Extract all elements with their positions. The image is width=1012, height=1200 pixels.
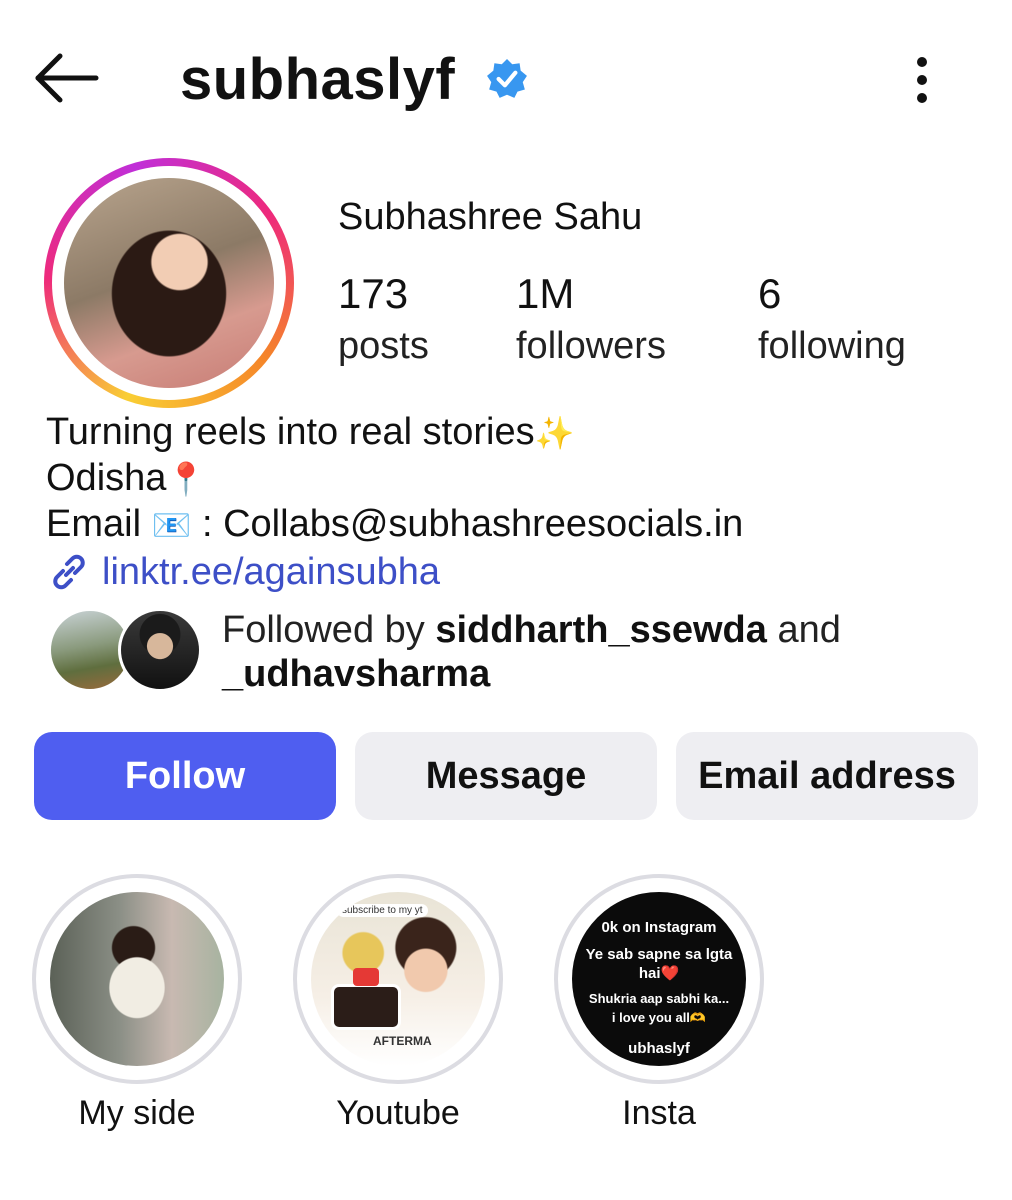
- highlight-label: Youtube: [336, 1094, 460, 1132]
- stat-following-label: following: [758, 325, 906, 367]
- bio-line-email: Email 📧 : Collabs@subhashreesocials.in: [46, 502, 743, 548]
- highlight-text-line: i love you all🫶: [611, 1010, 707, 1025]
- highlight-text-line: 0k on Instagram: [601, 919, 717, 936]
- highlight-text-line: hai❤️: [638, 965, 680, 982]
- stat-followers-label: followers: [516, 325, 666, 367]
- profile-header: subhaslyf: [0, 0, 1012, 150]
- bio-location-text: Odisha: [46, 457, 167, 499]
- link-icon: [53, 554, 85, 590]
- stat-following[interactable]: 6 following: [758, 268, 906, 372]
- highlight-text-line: Ye sab sapne sa lgta: [585, 946, 733, 963]
- more-vertical-icon: [917, 57, 927, 103]
- message-button[interactable]: Message: [355, 732, 657, 820]
- followed-by-user-1[interactable]: siddharth_ssewda: [435, 609, 767, 651]
- followed-by-text[interactable]: Followed by siddharth_ssewda and _udhavs…: [222, 608, 982, 696]
- bio-link-text: linktr.ee/againsubha: [102, 550, 441, 593]
- highlight-my-side[interactable]: My side: [32, 874, 242, 1133]
- stat-posts[interactable]: 173 posts: [338, 268, 429, 372]
- stat-posts-label: posts: [338, 325, 429, 367]
- highlight-cover-image: subscribe to my yt AFTERMA: [311, 892, 485, 1066]
- profile-username: subhaslyf: [180, 47, 456, 112]
- bio-tagline-text: Turning reels into real stories: [46, 411, 535, 453]
- cake-text: AFTERMA: [373, 1034, 432, 1048]
- cake: [331, 984, 401, 1030]
- followed-by-user-2[interactable]: _udhavsharma: [222, 653, 490, 695]
- email-address-button[interactable]: Email address: [676, 732, 978, 820]
- stat-followers[interactable]: 1M followers: [516, 268, 666, 372]
- bio-email-prefix: Email: [46, 503, 142, 545]
- more-options-button[interactable]: [900, 52, 944, 112]
- follow-button[interactable]: Follow: [34, 732, 336, 820]
- bio-link[interactable]: linktr.ee/againsubha: [46, 548, 440, 596]
- highlight-text-line: Shukria aap sabhi ka...: [588, 991, 730, 1006]
- highlight-cover-image: [50, 892, 224, 1066]
- mutual-avatar-2: [118, 608, 202, 692]
- play-button-icon: [353, 968, 379, 986]
- highlight-overlay-text: subscribe to my yt: [337, 904, 428, 917]
- highlight-label: Insta: [622, 1094, 696, 1132]
- back-button[interactable]: [30, 50, 110, 110]
- bio-email-text: : Collabs@subhashreesocials.in: [191, 503, 744, 545]
- pin-emoji: 📍: [166, 460, 207, 498]
- profile-bio: Turning reels into real stories✨ Odisha📍…: [46, 410, 743, 548]
- highlight-label: My side: [78, 1094, 196, 1132]
- highlight-ring: subscribe to my yt AFTERMA: [293, 874, 503, 1084]
- bio-line-location: Odisha📍: [46, 456, 743, 502]
- followed-by-prefix: Followed by: [222, 609, 436, 651]
- verified-badge-icon: [487, 59, 527, 98]
- highlight-insta[interactable]: 0k on Instagram Ye sab sapne sa lgta hai…: [554, 874, 764, 1133]
- profile-avatar: [64, 178, 274, 388]
- bio-line-tagline: Turning reels into real stories✨: [46, 410, 743, 456]
- highlight-cover-image: 0k on Instagram Ye sab sapne sa lgta hai…: [572, 892, 746, 1066]
- stat-following-value: 6: [758, 270, 782, 317]
- stat-posts-value: 173: [338, 270, 409, 317]
- envelope-emoji: 📧: [151, 506, 192, 544]
- stat-followers-value: 1M: [516, 270, 575, 317]
- profile-full-name: Subhashree Sahu: [338, 196, 643, 238]
- highlight-ring: 0k on Instagram Ye sab sapne sa lgta hai…: [554, 874, 764, 1084]
- followed-by-joiner: and: [766, 609, 841, 651]
- sparkles-emoji: ✨: [534, 414, 575, 452]
- profile-avatar-story-ring[interactable]: [44, 158, 294, 408]
- highlight-ring: [32, 874, 242, 1084]
- highlight-text-line: ubhaslyf: [628, 1040, 690, 1057]
- mutual-followers-avatars[interactable]: [48, 608, 208, 694]
- highlight-youtube[interactable]: subscribe to my yt AFTERMA Youtube: [293, 874, 503, 1133]
- arrow-left-icon: [35, 53, 99, 103]
